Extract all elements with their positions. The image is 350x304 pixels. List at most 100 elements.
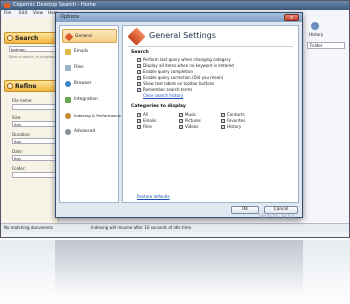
cat-history[interactable]: ✓ History [221, 124, 241, 129]
cat-music-label: Music [185, 112, 197, 117]
size-label: Size: [12, 115, 22, 120]
search-panel-header[interactable]: Search [4, 32, 56, 44]
filename-field[interactable] [12, 104, 56, 110]
checkbox-checked-icon: ✓ [179, 124, 184, 129]
checkbox-checked-icon: ✓ [137, 87, 142, 92]
opt-last-query[interactable]: ✓ Perform last query when changing catego… [137, 57, 231, 62]
checkbox-checked-icon: ✓ [179, 112, 184, 117]
nav-indexing[interactable]: Indexing & Performance [62, 109, 121, 123]
size-select[interactable]: Any [12, 121, 56, 127]
app-title: Copernic Desktop Search - Home [13, 2, 96, 8]
cat-contacts-label: Contacts [227, 112, 245, 117]
nav-browser[interactable]: Browser [62, 77, 117, 91]
date-label: Date: [12, 149, 23, 154]
menu-view[interactable]: View [33, 10, 43, 18]
opt-remember-terms-label: Remember search terms [143, 87, 193, 92]
duration-label: Duration: [12, 132, 31, 137]
search-query-input[interactable]: batman [9, 46, 56, 52]
cat-contacts[interactable]: ✓ Contacts [221, 112, 245, 117]
opt-last-query-label: Perform last query when changing categor… [143, 57, 231, 62]
refine-panel-header[interactable]: Refine [4, 80, 56, 92]
close-icon: x [290, 15, 293, 21]
watermark: WEB.RU [258, 212, 295, 221]
ok-button[interactable]: OK [231, 206, 259, 214]
status-bar: No matching documents Indexing will resu… [1, 223, 349, 232]
options-content: General Settings Search ✓ Perform last qu… [122, 25, 299, 203]
cat-music[interactable]: ✓ Music [179, 112, 196, 117]
cat-pictures-label: Pictures [185, 118, 201, 123]
search-panel-title: Search [15, 35, 39, 42]
copernic-logo-icon [4, 3, 10, 8]
gauge-icon [65, 113, 71, 119]
checkbox-checked-icon: ✓ [137, 69, 142, 74]
checkbox-checked-icon: ✓ [137, 118, 142, 123]
cat-emails[interactable]: ✓ Emails [137, 118, 156, 123]
cat-videos-label: Videos [185, 124, 199, 129]
clear-history-link[interactable]: Clear search history [143, 93, 183, 98]
checkbox-checked-icon: ✓ [221, 112, 226, 117]
opt-text-labels-label: Show text labels on toolbar buttons [143, 81, 215, 86]
opt-query-correction[interactable]: ✓ Enable query correction (Did you mean) [137, 75, 223, 80]
opt-display-all[interactable]: ✓ Display all items when no keyword is en… [137, 63, 234, 68]
refine-icon [7, 83, 13, 89]
nav-browser-label: Browser [74, 81, 92, 86]
gear-icon [65, 129, 71, 135]
cat-all[interactable]: ✓ All [137, 112, 148, 117]
cat-videos[interactable]: ✓ Videos [179, 124, 198, 129]
close-button[interactable]: x [284, 14, 299, 21]
opt-query-correction-label: Enable query correction (Did you mean) [143, 75, 224, 80]
dialog-reflection [55, 240, 303, 295]
search-hint: Enter a search, or progressive [9, 55, 56, 59]
nav-indexing-label: Indexing & Performance [74, 113, 121, 118]
checkbox-checked-icon: ✓ [179, 118, 184, 123]
checkbox-checked-icon: ✓ [221, 118, 226, 123]
categories-section-heading: Categories to display [131, 104, 186, 109]
nav-files[interactable]: Files [62, 61, 117, 75]
checkbox-checked-icon: ✓ [137, 124, 142, 129]
duration-select[interactable]: Any [12, 138, 56, 144]
folder-sort-dropdown[interactable]: Folder [307, 42, 345, 49]
nav-advanced[interactable]: Advanced [62, 125, 117, 139]
folder-sort-label: Folder [310, 43, 323, 48]
refine-panel-title: Refine [15, 83, 37, 90]
content-title: General Settings [149, 31, 216, 40]
opt-query-completion[interactable]: ✓ Enable query completion [137, 69, 193, 74]
menu-edit[interactable]: Edit [19, 10, 27, 18]
cat-pictures[interactable]: ✓ Pictures [179, 118, 201, 123]
opt-query-completion-label: Enable query completion [143, 69, 194, 74]
checkbox-checked-icon: ✓ [137, 63, 142, 68]
app-titlebar: Copernic Desktop Search - Home [1, 1, 349, 10]
cat-emails-label: Emails [143, 118, 157, 123]
search-sidebar: Search batman Enter a search, or progres… [1, 18, 59, 223]
nav-general-label: General [75, 34, 92, 39]
nav-emails[interactable]: Emails [62, 45, 117, 59]
checkbox-checked-icon: ✓ [137, 57, 142, 62]
date-select[interactable]: Any [12, 155, 56, 161]
general-icon [64, 32, 74, 42]
nav-emails-label: Emails [74, 49, 89, 54]
history-icon[interactable] [311, 22, 319, 30]
envelope-icon [65, 49, 71, 55]
opt-text-labels[interactable]: ✓ Show text labels on toolbar buttons [137, 81, 214, 86]
opt-remember-terms[interactable]: ✓ Remember search terms [137, 87, 192, 92]
file-icon [65, 65, 71, 71]
nav-general[interactable]: General [62, 29, 117, 43]
restore-defaults-link[interactable]: Restore defaults [137, 194, 170, 199]
cat-favorites[interactable]: ✓ Favorites [221, 118, 245, 123]
search-section-heading: Search [131, 50, 149, 55]
folder-field[interactable] [12, 172, 56, 178]
globe-icon [65, 81, 71, 87]
dialog-titlebar: Options x [56, 13, 302, 22]
nav-integration-label: Integration [74, 97, 98, 102]
general-settings-icon [127, 27, 146, 46]
status-indexing: Indexing will resume after 10 seconds of… [91, 225, 193, 230]
options-dialog: Options x General Emails Files Browser I… [55, 12, 303, 218]
results-toolbar-area: History Folder [299, 18, 349, 223]
checkbox-checked-icon: ✓ [137, 81, 142, 86]
menu-file[interactable]: File [4, 10, 11, 18]
opt-display-all-label: Display all items when no keyword is ent… [143, 63, 234, 68]
cat-files[interactable]: ✓ Files [137, 124, 152, 129]
cat-files-label: Files [143, 124, 152, 129]
folder-label: Folder: [12, 166, 26, 171]
nav-integration[interactable]: Integration [62, 93, 117, 107]
